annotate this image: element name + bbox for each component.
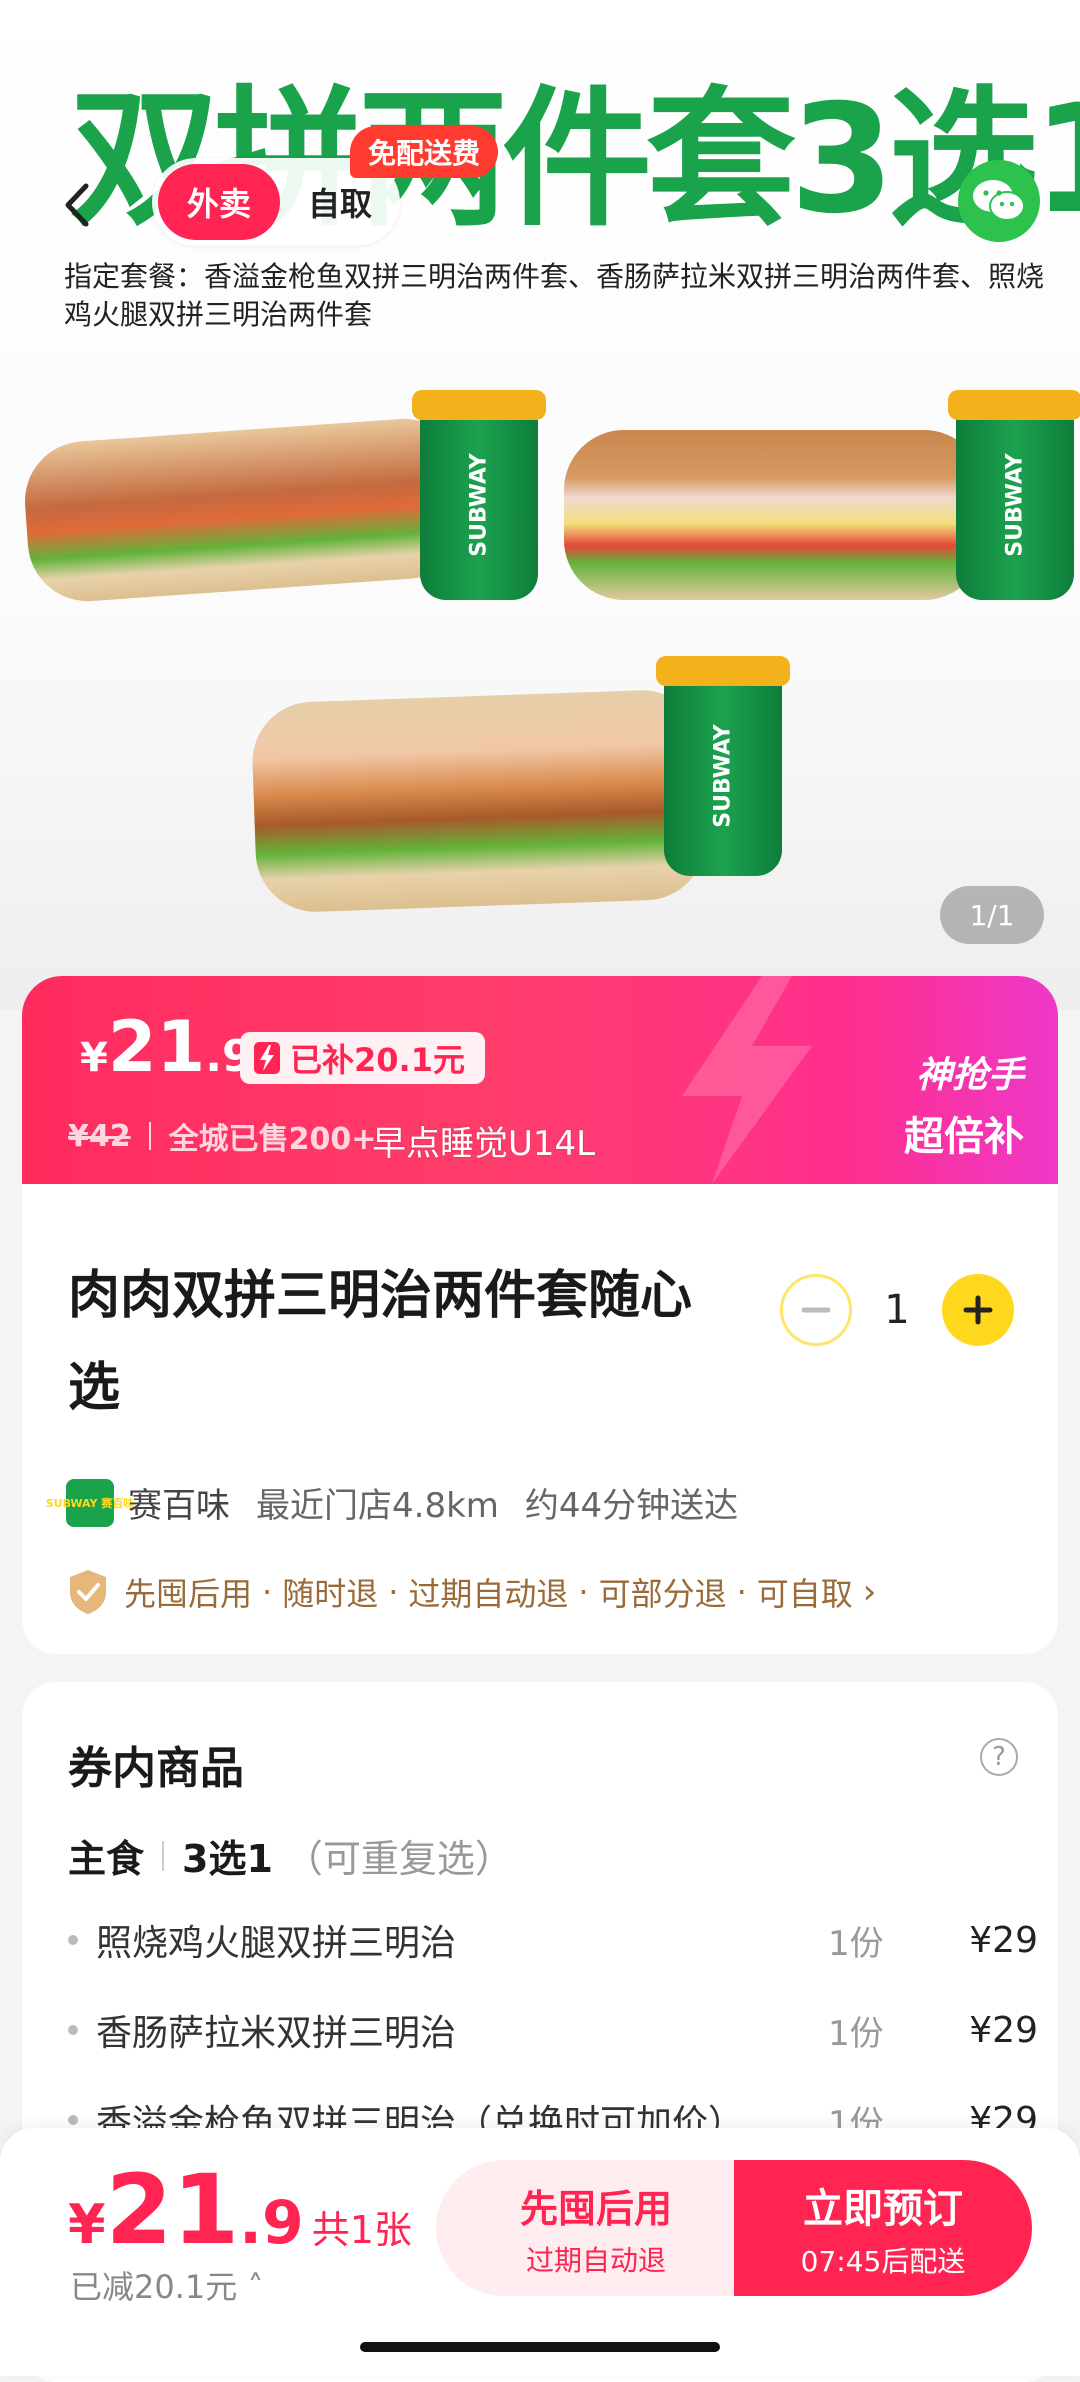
item-price: ¥29: [969, 1919, 1038, 1961]
list-item: 照烧鸡火腿双拼三明治 1份 ¥29: [68, 1910, 1038, 1970]
deal-price: ¥ 21 .9: [80, 1006, 253, 1088]
total-price: ¥ 21 .9 共1张: [68, 2154, 412, 2266]
sandwich-image: [250, 688, 708, 914]
service-guarantees[interactable]: 先囤后用 · 随时退 · 过期自动退 · 可部分退 · 可自取 ›: [66, 1568, 876, 1616]
sandwich-image: [564, 430, 984, 600]
product-info-card: 肉肉双拼三明治两件套随心选 1 SUBWAY 赛百味 赛百味 最近门店4.8km…: [22, 1184, 1058, 1654]
drink-cup-image: SUBWAY: [656, 656, 790, 876]
decrease-button[interactable]: [780, 1274, 852, 1346]
guarantee-item: 可部分退: [598, 1575, 727, 1613]
watermark-text: 早点睡觉U14L: [372, 1124, 596, 1164]
nearest-store-distance: 最近门店4.8km: [256, 1486, 499, 1526]
bottom-action-bar: ¥ 21 .9 共1张 已减20.1元 ˄ 先囤后用 过期自动退 立即预订 07…: [0, 2128, 1080, 2376]
quantity-stepper[interactable]: 1: [780, 1274, 1014, 1346]
guarantee-item: 可自取: [756, 1575, 853, 1613]
tab-delivery[interactable]: 外卖: [158, 164, 280, 240]
chevron-right-icon: ›: [862, 1572, 877, 1612]
guarantee-item: 随时退: [282, 1575, 379, 1613]
group-rule: 3选1: [182, 1837, 273, 1881]
item-name: 照烧鸡火腿双拼三明治: [96, 1923, 457, 1964]
delivery-time: 约44分钟送达: [524, 1486, 739, 1526]
guarantee-item: 先囤后用: [124, 1575, 253, 1613]
super-subsidy-label: 超倍补: [904, 1114, 1024, 1160]
group-note: （可重复选）: [284, 1837, 513, 1881]
item-price: ¥29: [969, 2009, 1038, 2051]
free-delivery-badge: 免配送费: [350, 126, 499, 178]
group-name: 主食: [68, 1837, 145, 1881]
buy-now-use-later-button[interactable]: 先囤后用 过期自动退: [436, 2160, 756, 2296]
product-image-carousel[interactable]: 双拼两件套3选1 指定套餐：香溢金枪鱼双拼三明治两件套、香肠萨拉米双拼三明治两件…: [0, 0, 1080, 1010]
item-count: 1份: [828, 1923, 884, 1964]
list-item: 香肠萨拉米双拼三明治 1份 ¥29: [68, 2000, 1038, 2060]
wechat-icon: [973, 180, 1025, 221]
lightning-decoration-icon: [682, 976, 812, 1184]
promo-description: 指定套餐：香溢金枪鱼双拼三明治两件套、香肠萨拉米双拼三明治两件套、照烧鸡火腿双拼…: [64, 260, 1045, 331]
order-now-button[interactable]: 立即预订 07:45后配送: [734, 2160, 1032, 2296]
store-name: 赛百味: [128, 1486, 230, 1526]
sandwich-image: [20, 414, 472, 606]
increase-button[interactable]: [942, 1274, 1014, 1346]
store-info-row[interactable]: SUBWAY 赛百味 赛百味 最近门店4.8km 约44分钟送达: [46, 1478, 739, 1527]
coupon-count: 共1张: [311, 2208, 412, 2252]
chevron-left-icon: [65, 183, 89, 227]
wechat-share-button[interactable]: [958, 160, 1040, 242]
drink-cup-image: SUBWAY: [412, 390, 546, 600]
sold-count: 全城已售200+: [168, 1122, 377, 1157]
carousel-page-indicator: 1/1: [940, 886, 1044, 944]
home-indicator: [360, 2342, 720, 2352]
subsidy-tag: 已补20.1元: [240, 1032, 485, 1084]
plus-icon: [963, 1295, 993, 1325]
discount-detail-toggle[interactable]: 已减20.1元 ˄: [70, 2262, 263, 2308]
lightning-icon: [254, 1042, 280, 1074]
original-price: ¥42: [68, 1118, 131, 1154]
super-deal-label: 神抢手: [915, 1055, 1024, 1096]
quantity-value: 1: [884, 1287, 910, 1333]
item-name: 香肠萨拉米双拼三明治: [96, 2013, 457, 2054]
store-logo: SUBWAY 赛百味: [46, 1478, 134, 1527]
item-count: 1份: [828, 2013, 884, 2054]
drink-cup-image: SUBWAY: [948, 390, 1080, 600]
shield-check-icon: [70, 1570, 106, 1614]
minus-icon: [801, 1307, 831, 1313]
tab-pickup[interactable]: 自取: [280, 179, 400, 225]
guarantee-item: 过期自动退: [408, 1575, 569, 1613]
product-title: 肉肉双拼三明治两件套随心选: [68, 1266, 693, 1418]
back-button[interactable]: [42, 170, 112, 240]
original-price-row: ¥42 全城已售200+: [68, 1114, 376, 1158]
section-title: 券内商品: [68, 1743, 244, 1794]
chevron-up-icon: ˄: [247, 2268, 264, 2306]
item-group-header: 主食 3选1 （可重复选）: [68, 1828, 513, 1883]
help-icon[interactable]: ?: [980, 1738, 1018, 1776]
